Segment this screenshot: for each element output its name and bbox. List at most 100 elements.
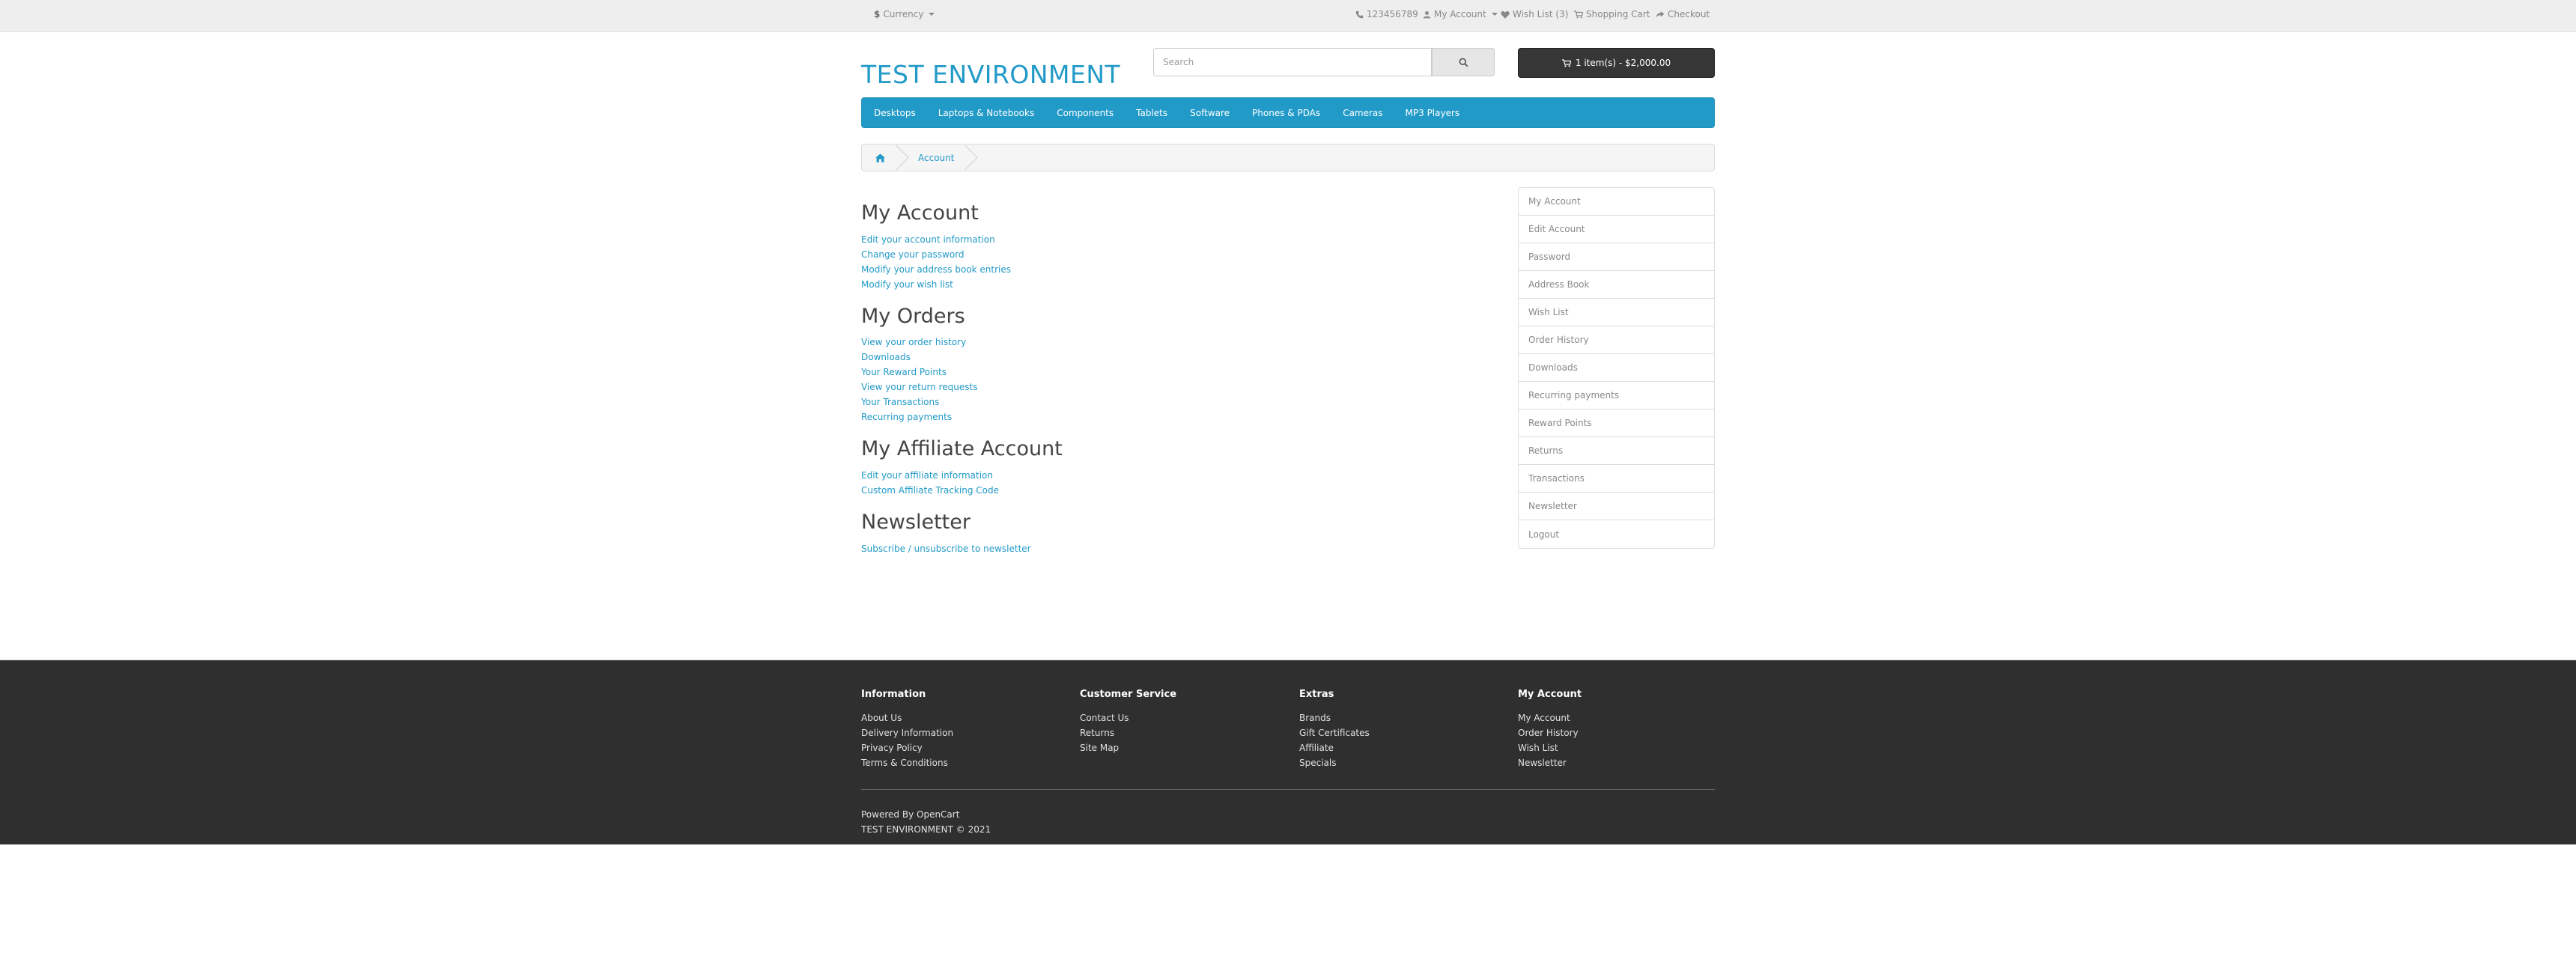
sidebar-item-reward-points[interactable]: Reward Points xyxy=(1519,410,1714,437)
search-icon xyxy=(1459,58,1468,67)
footer-link-order-history[interactable]: Order History xyxy=(1518,725,1728,740)
sidebar-item-transactions[interactable]: Transactions xyxy=(1519,465,1714,493)
shopping-cart-link[interactable]: Shopping Cart xyxy=(1574,9,1650,19)
footer-link-sitemap[interactable]: Site Map xyxy=(1080,740,1289,755)
search-input[interactable] xyxy=(1153,48,1432,76)
currency-dropdown[interactable]: $ Currency xyxy=(874,9,935,19)
footer-link-about[interactable]: About Us xyxy=(861,710,1071,725)
menu-item-mp3[interactable]: MP3 Players xyxy=(1406,108,1460,118)
phone-link[interactable]: 123456789 xyxy=(1355,9,1418,19)
footer-column-information: Information About Us Delivery Informatio… xyxy=(861,689,1071,770)
footer-link-affiliate[interactable]: Affiliate xyxy=(1299,740,1509,755)
top-bar: $ Currency 123456789 My Account Wish Lis… xyxy=(0,0,2576,32)
wishlist-label: Wish List (3) xyxy=(1513,9,1569,19)
opencart-link[interactable]: OpenCart xyxy=(917,809,959,820)
sidebar-item-returns[interactable]: Returns xyxy=(1519,437,1714,465)
share-icon xyxy=(1656,10,1665,18)
shopping-cart-label: Shopping Cart xyxy=(1586,9,1650,19)
section-title-my-account: My Account xyxy=(861,201,979,225)
section-title-newsletter: Newsletter xyxy=(861,511,970,535)
link-order-history[interactable]: View your order history xyxy=(861,335,1385,350)
menu-item-desktops[interactable]: Desktops xyxy=(874,108,916,118)
footer-link-terms[interactable]: Terms & Conditions xyxy=(861,755,1071,770)
home-icon xyxy=(875,153,885,162)
footer-link-wish-list[interactable]: Wish List xyxy=(1518,740,1728,755)
site-footer: Information About Us Delivery Informatio… xyxy=(0,660,2576,844)
caret-down-icon xyxy=(1491,13,1498,16)
search-bar xyxy=(1153,48,1495,78)
sidebar-item-wish-list[interactable]: Wish List xyxy=(1519,299,1714,326)
sidebar-item-address-book[interactable]: Address Book xyxy=(1519,271,1714,299)
cart-icon xyxy=(1561,58,1571,67)
sidebar-item-downloads[interactable]: Downloads xyxy=(1519,354,1714,382)
menu-item-phones[interactable]: Phones & PDAs xyxy=(1252,108,1320,118)
powered-by-line: Powered By OpenCart xyxy=(861,807,991,822)
account-sidebar: My Account Edit Account Password Address… xyxy=(1518,187,1715,549)
footer-heading-my-account: My Account xyxy=(1518,689,1582,700)
sidebar-item-logout[interactable]: Logout xyxy=(1519,520,1714,548)
user-icon xyxy=(1423,10,1431,18)
cart-total: 1 item(s) - $2,000.00 xyxy=(1575,58,1671,68)
menu-item-tablets[interactable]: Tablets xyxy=(1136,108,1167,118)
link-reward-points[interactable]: Your Reward Points xyxy=(861,365,1385,380)
sidebar-item-password[interactable]: Password xyxy=(1519,243,1714,271)
sidebar-item-newsletter[interactable]: Newsletter xyxy=(1519,493,1714,520)
main-menu: Desktops Laptops & Notebooks Components … xyxy=(861,97,1715,128)
footer-link-my-account[interactable]: My Account xyxy=(1518,710,1728,725)
link-wish-list[interactable]: Modify your wish list xyxy=(861,277,1385,292)
menu-item-components[interactable]: Components xyxy=(1057,108,1114,118)
footer-heading-extras: Extras xyxy=(1299,689,1334,700)
footer-column-extras: Extras Brands Gift Certificates Affiliat… xyxy=(1299,689,1509,770)
my-account-dropdown[interactable]: My Account xyxy=(1423,9,1498,19)
phone-icon xyxy=(1355,10,1364,18)
checkout-label: Checkout xyxy=(1668,9,1710,19)
checkout-link[interactable]: Checkout xyxy=(1656,9,1710,19)
sidebar-item-my-account[interactable]: My Account xyxy=(1519,188,1714,216)
sidebar-item-recurring-payments[interactable]: Recurring payments xyxy=(1519,382,1714,410)
cart-icon xyxy=(1574,10,1583,18)
footer-link-delivery[interactable]: Delivery Information xyxy=(861,725,1071,740)
phone-number: 123456789 xyxy=(1367,9,1418,19)
link-downloads[interactable]: Downloads xyxy=(861,350,1385,365)
section-title-my-orders: My Orders xyxy=(861,304,965,328)
link-return-requests[interactable]: View your return requests xyxy=(861,380,1385,395)
sidebar-item-order-history[interactable]: Order History xyxy=(1519,326,1714,354)
footer-link-privacy[interactable]: Privacy Policy xyxy=(861,740,1071,755)
site-logo[interactable]: TEST ENVIRONMENT xyxy=(861,60,1120,89)
section-title-affiliate: My Affiliate Account xyxy=(861,437,1063,461)
menu-item-software[interactable]: Software xyxy=(1190,108,1230,118)
search-button[interactable] xyxy=(1432,48,1495,76)
footer-link-gift-certificates[interactable]: Gift Certificates xyxy=(1299,725,1509,740)
link-transactions[interactable]: Your Transactions xyxy=(861,395,1385,410)
footer-heading-customer-service: Customer Service xyxy=(1080,689,1177,700)
footer-link-brands[interactable]: Brands xyxy=(1299,710,1509,725)
my-account-label: My Account xyxy=(1434,9,1486,19)
breadcrumb-home[interactable] xyxy=(862,144,900,171)
footer-link-contact[interactable]: Contact Us xyxy=(1080,710,1289,725)
wishlist-link[interactable]: Wish List (3) xyxy=(1501,9,1568,19)
footer-divider xyxy=(861,789,1715,790)
link-recurring-payments[interactable]: Recurring payments xyxy=(861,410,1385,424)
footer-column-my-account: My Account My Account Order History Wish… xyxy=(1518,689,1728,770)
footer-link-newsletter[interactable]: Newsletter xyxy=(1518,755,1728,770)
sidebar-item-edit-account[interactable]: Edit Account xyxy=(1519,216,1714,243)
link-affiliate-tracking[interactable]: Custom Affiliate Tracking Code xyxy=(861,483,1385,498)
link-newsletter-subscribe[interactable]: Subscribe / unsubscribe to newsletter xyxy=(861,541,1385,556)
link-edit-affiliate[interactable]: Edit your affiliate information xyxy=(861,468,1385,483)
currency-label: Currency xyxy=(883,9,924,19)
footer-link-specials[interactable]: Specials xyxy=(1299,755,1509,770)
copyright-text: TEST ENVIRONMENT © 2021 xyxy=(861,824,991,835)
account-content: My Account Edit your account information… xyxy=(861,187,1385,556)
breadcrumb: Account xyxy=(861,144,1715,171)
footer-column-customer-service: Customer Service Contact Us Returns Site… xyxy=(1080,689,1289,755)
link-edit-account[interactable]: Edit your account information xyxy=(861,232,1385,247)
breadcrumb-account[interactable]: Account xyxy=(905,144,969,171)
caret-down-icon xyxy=(929,13,935,16)
cart-button[interactable]: 1 item(s) - $2,000.00 xyxy=(1518,48,1715,78)
heart-icon xyxy=(1501,10,1510,19)
menu-item-cameras[interactable]: Cameras xyxy=(1343,108,1382,118)
footer-link-returns[interactable]: Returns xyxy=(1080,725,1289,740)
menu-item-laptops[interactable]: Laptops & Notebooks xyxy=(938,108,1034,118)
link-address-book[interactable]: Modify your address book entries xyxy=(861,262,1385,277)
link-change-password[interactable]: Change your password xyxy=(861,247,1385,262)
